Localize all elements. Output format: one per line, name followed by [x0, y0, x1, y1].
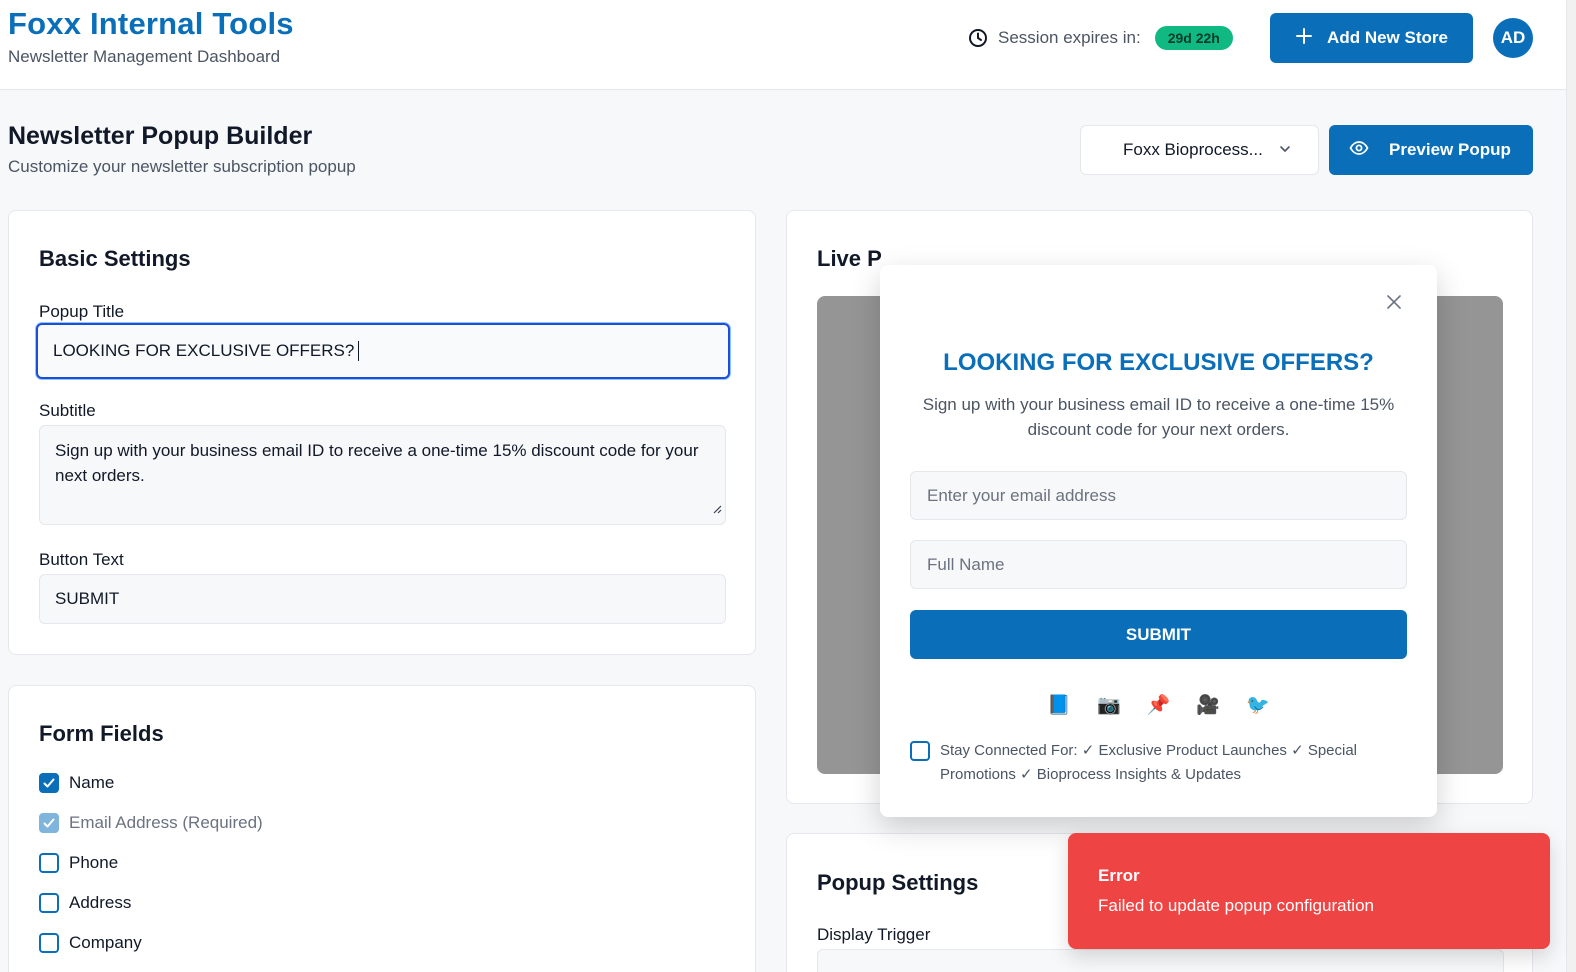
text-caret: [358, 341, 360, 361]
session-label: Session expires in:: [998, 28, 1141, 47]
toast-title: Error: [1098, 866, 1140, 885]
field-toggle-label: Address: [69, 893, 132, 912]
top-header: Foxx Internal Tools Newsletter Managemen…: [0, 0, 1566, 90]
popup-title-value: LOOKING FOR EXCLUSIVE OFFERS?: [53, 341, 355, 360]
close-icon[interactable]: [1387, 295, 1401, 314]
popup-title-label: Popup Title: [39, 302, 125, 321]
resize-handle-icon[interactable]: [712, 496, 722, 521]
live-preview-title: Live P: [817, 246, 882, 271]
form-fields-title: Form Fields: [39, 721, 164, 746]
newsletter-popup-preview: LOOKING FOR EXCLUSIVE OFFERS? Sign up wi…: [880, 265, 1437, 817]
field-toggle-email: Email Address (Required): [39, 813, 263, 833]
field-toggle-label: Company: [69, 933, 142, 952]
button-text-label: Button Text: [39, 550, 124, 569]
button-text-value: SUBMIT: [55, 589, 120, 608]
subtitle-value: Sign up with your business email ID to r…: [55, 441, 699, 485]
stay-connected-text: Stay Connected For: ✓ Exclusive Product …: [940, 742, 1358, 783]
add-new-store-button[interactable]: Add New Store: [1270, 13, 1473, 63]
stay-connected-checkbox[interactable]: [910, 741, 930, 761]
app-title: Foxx Internal Tools: [8, 6, 294, 41]
field-toggle-label: Email Address (Required): [69, 813, 263, 832]
plus-icon: [1295, 27, 1313, 50]
pin-icon[interactable]: 📌: [1147, 693, 1171, 717]
checkbox-unchecked[interactable]: [39, 893, 59, 913]
popup-subtitle: Sign up with your business email ID to r…: [922, 395, 1395, 439]
basic-settings-card: Basic Settings Popup Title LOOKING FOR E…: [8, 210, 756, 655]
page-scrollbar[interactable]: [1566, 0, 1576, 972]
camera-icon[interactable]: 📷: [1097, 693, 1121, 717]
stay-connected-row[interactable]: Stay Connected For: ✓ Exclusive Product …: [910, 739, 1407, 787]
video-camera-icon[interactable]: 🎥: [1196, 693, 1220, 717]
app-subtitle: Newsletter Management Dashboard: [8, 47, 281, 66]
subtitle-textarea[interactable]: Sign up with your business email ID to r…: [39, 425, 726, 525]
store-select-value: Foxx Bioprocess...: [1123, 140, 1263, 159]
add-new-store-label: Add New Store: [1327, 28, 1448, 47]
popup-name-input[interactable]: Full Name: [910, 540, 1407, 589]
field-toggle-label: Phone: [69, 853, 119, 872]
social-icons: 📘 📷 📌 🎥 🐦: [880, 693, 1437, 717]
field-toggle-name[interactable]: Name: [39, 773, 114, 793]
facebook-icon[interactable]: 📘: [1047, 693, 1071, 717]
eye-icon: [1349, 138, 1369, 163]
checkbox-disabled-checked: [39, 813, 59, 833]
popup-email-input[interactable]: Enter your email address: [910, 471, 1407, 520]
field-toggle-phone[interactable]: Phone: [39, 853, 118, 873]
checkbox-unchecked[interactable]: [39, 933, 59, 953]
display-trigger-label: Display Trigger: [817, 925, 931, 944]
form-fields-card: Form Fields Name Email Address (Required…: [8, 685, 756, 972]
toast-message: Failed to update popup configuration: [1098, 896, 1374, 915]
display-trigger-select[interactable]: [817, 949, 1504, 972]
chevron-down-icon: [1279, 140, 1291, 160]
error-toast[interactable]: Error Failed to update popup configurati…: [1068, 833, 1550, 949]
subtitle-label: Subtitle: [39, 401, 96, 420]
page-subtitle: Customize your newsletter subscription p…: [8, 157, 356, 176]
bird-icon[interactable]: 🐦: [1246, 693, 1270, 717]
session-badge: 29d 22h: [1154, 26, 1233, 50]
field-toggle-address[interactable]: Address: [39, 893, 131, 913]
field-toggle-label: Name: [69, 773, 115, 792]
preview-popup-label: Preview Popup: [1389, 140, 1511, 159]
button-text-input[interactable]: SUBMIT: [39, 574, 726, 624]
popup-settings-title: Popup Settings: [817, 870, 979, 895]
user-avatar[interactable]: AD: [1493, 18, 1533, 58]
popup-heading: LOOKING FOR EXCLUSIVE OFFERS?: [943, 349, 1374, 376]
checkbox-unchecked[interactable]: [39, 853, 59, 873]
clock-icon: [968, 28, 988, 48]
popup-submit-button[interactable]: SUBMIT: [910, 610, 1407, 659]
session-indicator: Session expires in: 29d 22h: [968, 25, 1233, 51]
field-toggle-company[interactable]: Company: [39, 933, 142, 953]
preview-popup-button[interactable]: Preview Popup: [1329, 125, 1533, 175]
basic-settings-title: Basic Settings: [39, 246, 191, 271]
popup-title-input[interactable]: LOOKING FOR EXCLUSIVE OFFERS?: [36, 323, 730, 379]
store-select[interactable]: Foxx Bioprocess...: [1080, 125, 1319, 175]
checkbox-checked[interactable]: [39, 773, 59, 793]
page-title: Newsletter Popup Builder: [8, 122, 313, 150]
